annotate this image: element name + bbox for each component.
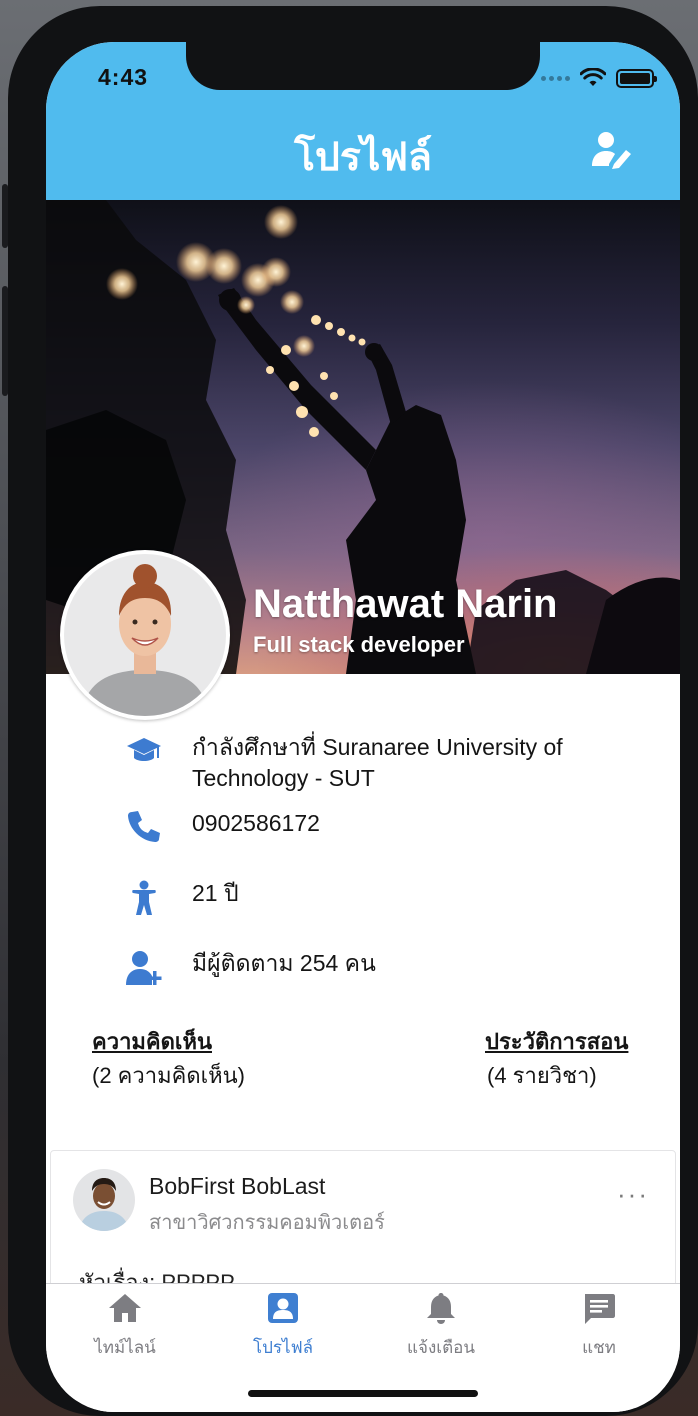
comments-count: (2 ความคิดเห็น) [92,1063,245,1088]
followers-text: มีผู้ติดตาม 254 คน [192,950,376,976]
tab-profile[interactable]: โปรไฟล์ [204,1284,362,1364]
age-row: 21 ปี [46,878,680,918]
person-icon [132,880,156,915]
graduation-cap-icon [127,738,161,761]
phone-frame: 4:43 โปรไฟล์ Natthawat Narin Full stack … [2,6,698,1416]
followers-row: มีผู้ติดตาม 254 คน [46,948,680,990]
tab-chat-label: แชท [582,1338,616,1357]
profile-role: Full stack developer [253,632,465,657]
tab-profile-label: โปรไฟล์ [252,1338,314,1357]
teaching-history-link[interactable]: ประวัติการสอน [485,1024,628,1059]
education-row: กำลังศึกษาที่ Suranaree University of Te… [46,732,680,796]
phone-icon [128,811,160,842]
teaching-count: (4 รายวิชา) [487,1063,597,1088]
phone-side-button [2,184,8,248]
wifi-icon [580,68,606,86]
tab-timeline[interactable]: ไทม์ไลน์ [46,1284,204,1364]
chat-icon [585,1294,615,1324]
status-indicators [541,68,657,88]
app-screen: 4:43 โปรไฟล์ Natthawat Narin Full stack … [46,42,680,1412]
tab-chat[interactable]: แชท [520,1284,678,1364]
phone-row: 0902586172 [46,808,680,848]
more-options-button[interactable]: ··· [617,1179,649,1210]
camera-notch [186,42,540,90]
avatar[interactable] [60,550,230,720]
commenter-name: BobFirst BobLast [149,1173,326,1199]
profile-name: Natthawat Narin [253,582,558,626]
comments-link[interactable]: ความคิดเห็น [92,1024,212,1059]
battery-icon [616,68,657,88]
phone-number: 0902586172 [192,810,320,836]
profile-icon [268,1293,298,1323]
commenter-avatar[interactable] [73,1169,135,1231]
tab-timeline-label: ไทม์ไลน์ [94,1338,156,1357]
home-icon [109,1294,141,1322]
tab-notifications[interactable]: แจ้งเตือน [362,1284,520,1364]
bell-icon [427,1293,455,1324]
tab-notifications-label: แจ้งเตือน [407,1338,475,1357]
user-plus-icon [126,951,162,985]
commenter-department: สาขาวิศวกรรมคอมพิวเตอร์ [149,1212,385,1234]
status-time: 4:43 [98,64,149,90]
age-text: 21 ปี [192,880,239,906]
page-title: โปรไฟล์ [294,136,432,179]
signal-icon [541,75,570,81]
user-edit-icon[interactable] [590,130,634,170]
phone-side-button [2,286,8,396]
home-indicator[interactable] [248,1390,478,1397]
education-text: กำลังศึกษาที่ Suranaree University of Te… [192,734,563,791]
